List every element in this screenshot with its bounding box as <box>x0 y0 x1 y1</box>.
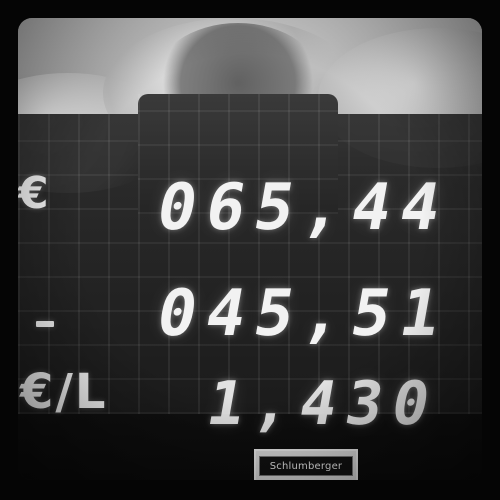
amount-digits: 065,44 <box>151 171 456 245</box>
price-per-liter-label: €/L <box>20 364 108 420</box>
brand-text: Schlumberger <box>269 460 343 472</box>
amount-display: 065,44 <box>151 171 455 245</box>
price-per-liter-text: €/L <box>20 364 108 420</box>
brand-plate: Schlumberger <box>254 449 358 480</box>
liters-display: 045,51 <box>151 277 455 351</box>
currency-symbol: € <box>18 168 49 219</box>
liters-indicator-dash <box>36 321 54 327</box>
currency-label: € <box>18 168 49 219</box>
unit-price-digits: 1,430 <box>201 369 445 439</box>
brand-text-box: Schlumberger <box>259 456 353 476</box>
fuel-pump-display-photo: € 065,44 045,51 €/L 1,430 Schlumberger <box>18 18 482 480</box>
photo-frame: € 065,44 045,51 €/L 1,430 Schlumberger <box>0 0 500 500</box>
unit-price-display: 1,430 <box>202 369 445 439</box>
liters-digits: 045,51 <box>151 277 456 351</box>
